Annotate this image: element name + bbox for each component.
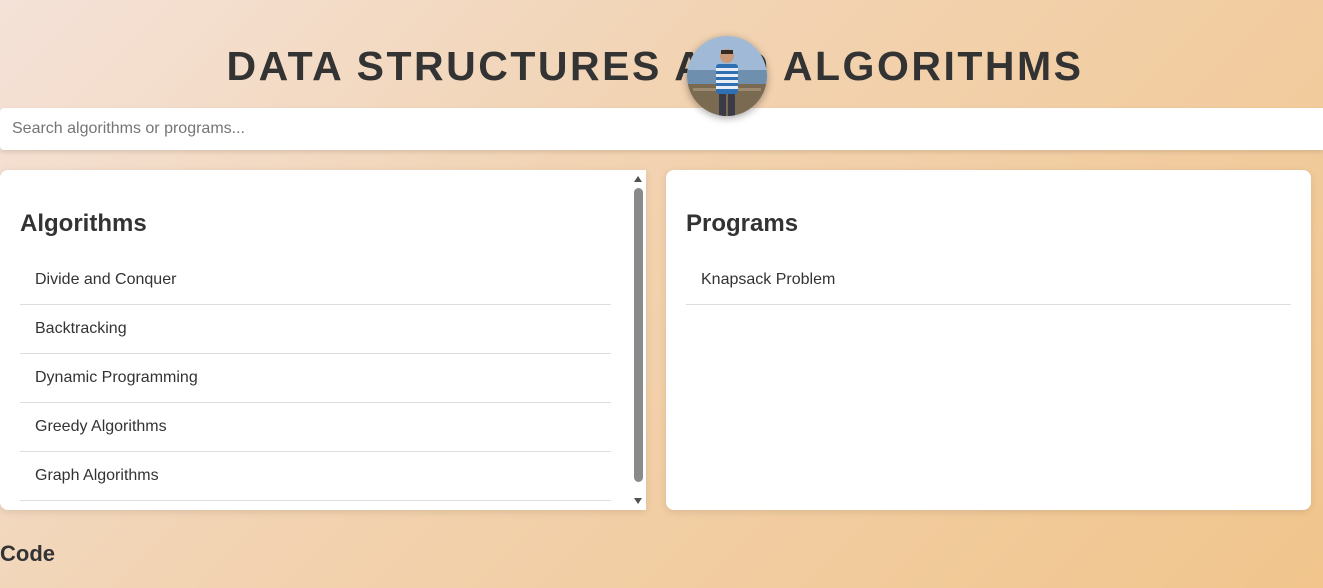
scroll-down-icon[interactable] [634,498,642,504]
scroll-up-icon[interactable] [634,176,642,182]
programs-panel: Programs Knapsack Problem [666,170,1311,510]
list-item-backtracking[interactable]: Backtracking [20,305,611,354]
algorithms-panel: Algorithms Divide and Conquer Backtracki… [0,170,646,510]
scroll-thumb[interactable] [634,188,643,482]
programs-list: Knapsack Problem [686,256,1291,305]
list-item-graph-algorithms[interactable]: Graph Algorithms [20,452,611,501]
algorithms-scrollbar[interactable] [631,170,646,510]
algorithms-list: Divide and Conquer Backtracking Dynamic … [20,256,611,501]
algorithms-heading: Algorithms [20,210,147,237]
list-item-knapsack-problem[interactable]: Knapsack Problem [686,256,1291,305]
code-heading: Code [0,541,55,566]
list-item-dynamic-programming[interactable]: Dynamic Programming [20,354,611,403]
programs-heading: Programs [686,210,799,237]
page-title: DATA STRUCTURES AND ALGORITHMS [226,43,1084,89]
search-input[interactable] [0,108,1323,150]
avatar-photo [687,36,767,116]
avatar [687,36,767,116]
list-item-divide-and-conquer[interactable]: Divide and Conquer [20,256,611,305]
list-item-greedy-algorithms[interactable]: Greedy Algorithms [20,403,611,452]
